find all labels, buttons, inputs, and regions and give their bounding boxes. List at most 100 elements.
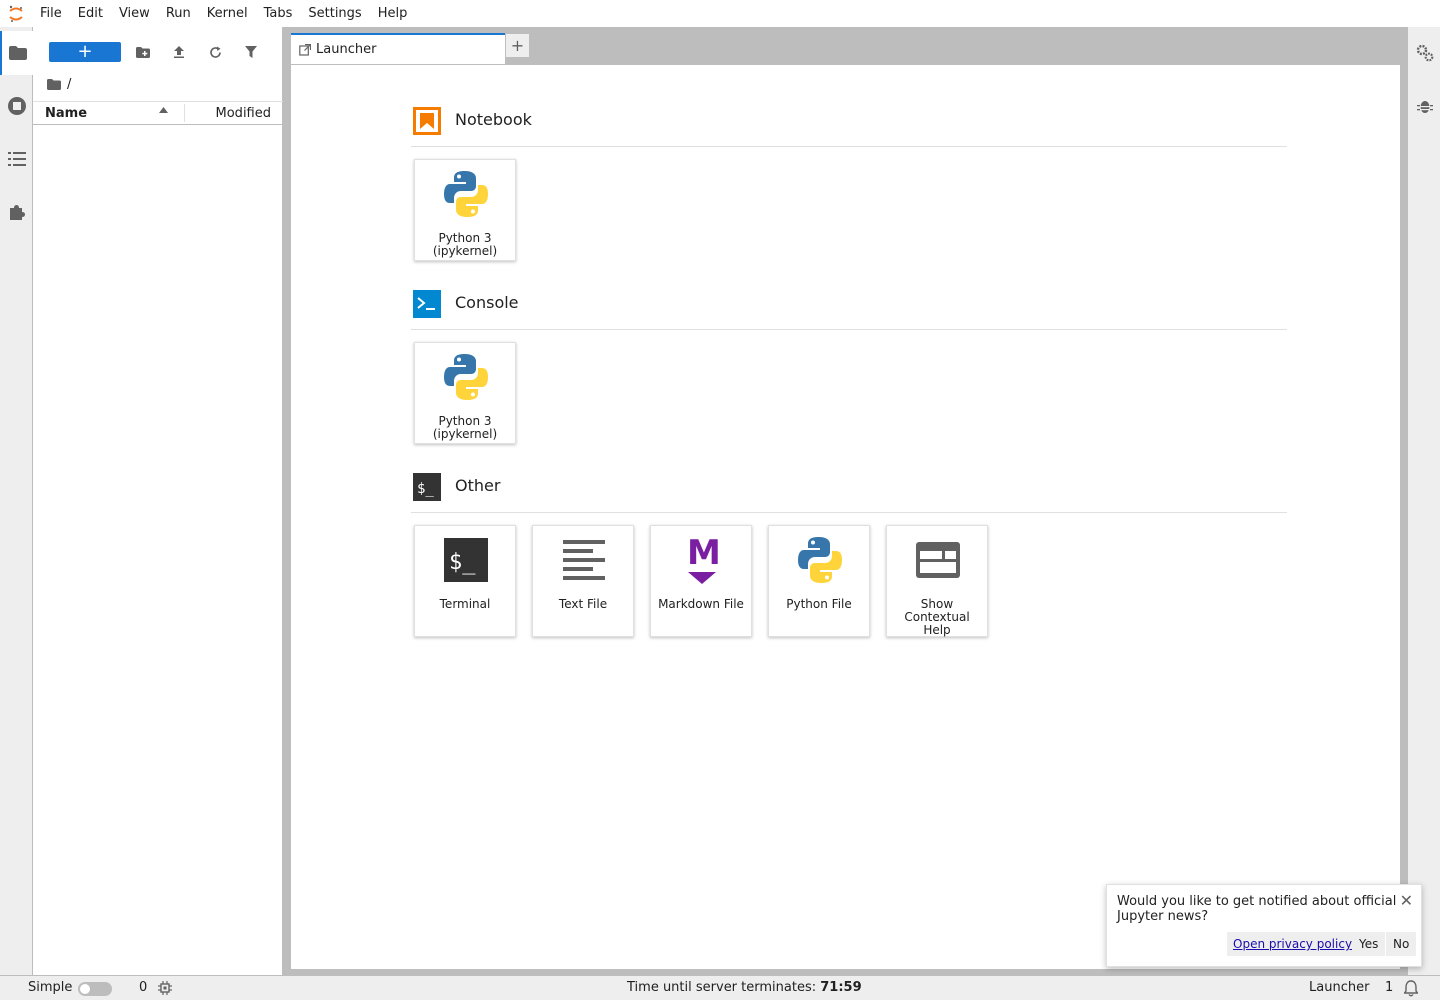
terminal-section-icon: $_: [413, 473, 441, 501]
no-button[interactable]: No: [1386, 932, 1417, 956]
menu-help[interactable]: Help: [370, 0, 416, 27]
markdown-file-card[interactable]: M Markdown File: [650, 525, 752, 637]
main-dock-area: Launcher + Notebook Python 3 (ipykernel): [291, 27, 1407, 975]
menubar: File Edit View Run Kernel Tabs Settings …: [0, 0, 1440, 27]
svg-text:M: M: [687, 536, 718, 573]
python-logo-icon: [442, 168, 490, 220]
active-tab-name: Launcher: [1309, 980, 1370, 995]
folder-icon: [8, 46, 27, 60]
server-timer-label: Time until server terminates: 71:59: [627, 980, 862, 995]
left-sidebar-rail: [0, 27, 33, 975]
property-inspector-tab[interactable]: [1408, 31, 1440, 75]
status-bar: Simple 0 Time until server terminates: 7…: [0, 975, 1440, 1000]
contextual-help-icon: [914, 534, 962, 586]
new-folder-button[interactable]: [131, 41, 155, 63]
menu-view[interactable]: View: [111, 0, 158, 27]
text-file-icon: [560, 534, 608, 586]
column-name-header[interactable]: Name: [45, 106, 87, 121]
svg-text:$_: $_: [417, 481, 434, 497]
folder-icon[interactable]: [47, 78, 61, 90]
puzzle-icon: [9, 205, 25, 220]
menu-edit[interactable]: Edit: [70, 0, 111, 27]
simple-mode-label: Simple: [28, 980, 73, 995]
simple-mode-toggle[interactable]: [78, 982, 112, 996]
terminal-icon: $_: [442, 534, 490, 586]
menu-settings[interactable]: Settings: [300, 0, 369, 27]
python-file-card[interactable]: Python File: [768, 525, 870, 637]
new-folder-icon: [136, 46, 150, 58]
svg-text:$_: $_: [449, 550, 476, 575]
section-title: Other: [455, 476, 501, 495]
server-timer-value: 71:59: [820, 980, 862, 995]
sidebar-splitter[interactable]: [283, 27, 291, 975]
tab-launcher[interactable]: Launcher: [291, 33, 505, 64]
file-browser-panel: + / Name Modified: [33, 27, 283, 975]
file-browser-toolbar: +: [33, 39, 283, 67]
bell-icon[interactable]: [1404, 980, 1418, 997]
python-logo-icon: [442, 351, 490, 403]
menu-kernel[interactable]: Kernel: [199, 0, 256, 27]
tab-label: Launcher: [316, 42, 377, 57]
markdown-icon: M: [678, 534, 726, 586]
jupyter-logo-icon: [0, 0, 32, 27]
contextual-help-card[interactable]: Show Contextual Help: [886, 525, 988, 637]
notification-count[interactable]: 1: [1385, 980, 1393, 995]
news-notification-toast: Would you like to get notified about off…: [1106, 884, 1422, 967]
text-file-card[interactable]: Text File: [532, 525, 634, 637]
yes-button[interactable]: Yes: [1352, 932, 1386, 956]
console-python3-card[interactable]: Python 3 (ipykernel): [414, 342, 516, 444]
kernel-count[interactable]: 0: [139, 980, 147, 995]
refresh-button[interactable]: [203, 41, 227, 63]
stop-circle-icon: [7, 97, 26, 115]
breadcrumb-root[interactable]: /: [67, 77, 71, 92]
card-label: Terminal: [439, 597, 491, 611]
toast-message: Would you like to get notified about off…: [1117, 894, 1397, 924]
privacy-policy-link[interactable]: Open privacy policy: [1227, 932, 1359, 956]
section-other: $_ Other: [411, 473, 1287, 513]
upload-button[interactable]: [167, 41, 191, 63]
section-title: Console: [455, 293, 519, 312]
running-sessions-tab[interactable]: [0, 84, 33, 128]
menu-file[interactable]: File: [32, 0, 70, 27]
bug-icon: [1416, 101, 1433, 113]
file-list-header: Name Modified: [33, 101, 283, 125]
section-console: Console: [411, 290, 1287, 330]
filter-button[interactable]: [239, 41, 263, 63]
refresh-icon: [209, 46, 221, 58]
close-icon[interactable]: ✕: [1400, 891, 1413, 910]
tab-bar: Launcher +: [291, 27, 1407, 64]
server-timer-prefix: Time until server terminates:: [627, 980, 817, 995]
gears-icon: [1416, 44, 1433, 62]
right-sidebar-rail: [1407, 27, 1440, 975]
card-label: Text File: [558, 597, 608, 611]
add-tab-button[interactable]: +: [505, 33, 530, 58]
extension-manager-tab[interactable]: [0, 190, 33, 234]
notebook-python3-card[interactable]: Python 3 (ipykernel): [414, 159, 516, 261]
card-label: Python 3 (ipykernel): [432, 414, 498, 441]
filter-icon: [245, 46, 257, 58]
console-section-icon: [413, 290, 441, 318]
menu-run[interactable]: Run: [158, 0, 199, 27]
sort-ascending-icon: [159, 107, 168, 113]
card-label: Markdown File: [658, 597, 744, 611]
section-notebook: Notebook: [411, 107, 1287, 147]
column-divider[interactable]: [184, 104, 185, 122]
debugger-tab[interactable]: [1408, 84, 1440, 128]
card-label: Show Contextual Help: [904, 597, 970, 637]
cpu-chip-icon[interactable]: [158, 981, 172, 995]
breadcrumb: /: [47, 75, 71, 93]
column-modified-header[interactable]: Modified: [216, 106, 271, 121]
python-logo-icon: [796, 534, 844, 586]
notebook-section-icon: [413, 107, 441, 135]
menu-tabs[interactable]: Tabs: [256, 0, 301, 27]
file-browser-tab[interactable]: [0, 31, 33, 75]
new-launcher-button[interactable]: +: [49, 42, 121, 62]
terminal-card[interactable]: $_ Terminal: [414, 525, 516, 637]
card-label: Python 3 (ipykernel): [432, 231, 498, 258]
list-icon: [7, 152, 26, 166]
upload-icon: [174, 46, 184, 58]
launcher-content: Notebook Python 3 (ipykernel) Console Py…: [291, 64, 1400, 969]
section-title: Notebook: [455, 110, 532, 129]
table-of-contents-tab[interactable]: [0, 137, 33, 181]
launcher-icon: [299, 43, 311, 56]
